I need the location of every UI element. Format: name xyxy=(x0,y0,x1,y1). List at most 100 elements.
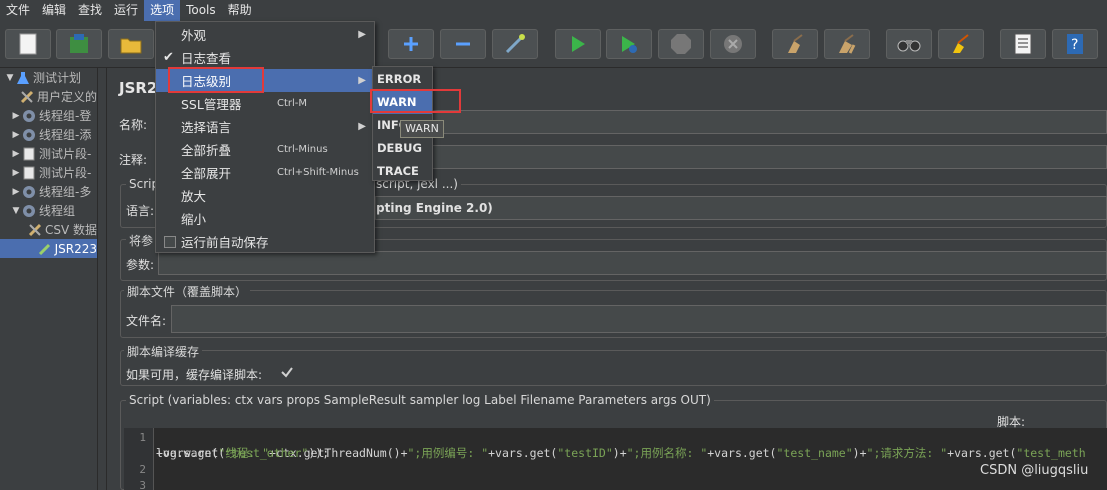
new-button[interactable] xyxy=(5,29,51,59)
tree-toggle-icon[interactable]: ▶ xyxy=(10,168,22,178)
templates-icon xyxy=(70,34,88,53)
tree-toggle-icon[interactable]: ▼ xyxy=(4,73,16,83)
tree-item[interactable]: ▶ 测试片段- xyxy=(0,144,97,163)
clear-all-button[interactable] xyxy=(824,29,870,59)
gear-icon xyxy=(22,204,36,218)
help-button[interactable]: ? xyxy=(1052,29,1098,59)
tree-item[interactable]: ▼ 线程组 xyxy=(0,201,97,220)
options-menu-item[interactable]: 缩小 xyxy=(156,207,374,230)
tools-icon xyxy=(28,223,42,237)
shutdown-icon xyxy=(724,35,742,53)
tree-toggle-icon[interactable]: ▶ xyxy=(10,149,22,159)
log-level-trace[interactable]: TRACE xyxy=(373,160,432,183)
menu-search[interactable]: 查找 xyxy=(72,0,108,21)
tree-item-label: 测试片段- xyxy=(39,147,92,161)
name-label: 名称: xyxy=(119,118,148,132)
filename-input[interactable] xyxy=(171,305,1107,333)
tree-item[interactable]: ▶ 线程组-多 xyxy=(0,182,97,201)
comment-label: 注释: xyxy=(119,153,148,167)
menu-item-shortcut: Ctrl-M xyxy=(277,98,308,109)
tree-toggle-icon[interactable]: ▼ xyxy=(10,206,22,216)
script-section-title: Script (variables: ctx vars props Sample… xyxy=(126,393,714,407)
tree-item[interactable]: ▼ 测试计划 xyxy=(0,68,97,87)
options-menu-item[interactable]: 放大 xyxy=(156,184,374,207)
annotation-box-log-level xyxy=(168,67,264,93)
options-menu-item[interactable]: 外观 ▶ xyxy=(156,23,374,46)
tree-item[interactable]: JSR223 xyxy=(0,239,97,258)
line-number: 2 xyxy=(139,463,146,476)
menu-options[interactable]: 选项 xyxy=(144,0,181,21)
menu-tools[interactable]: Tools xyxy=(180,0,222,21)
options-menu-item[interactable]: 选择语言 ▶ xyxy=(156,115,374,138)
doc-icon xyxy=(22,147,36,161)
start-button[interactable] xyxy=(555,29,601,59)
tree-item-label: 线程组-登 xyxy=(39,109,92,123)
menu-item-label: 缩小 xyxy=(181,212,207,227)
minus-icon xyxy=(456,42,470,46)
comment-input[interactable] xyxy=(375,145,1107,169)
reset-search-button[interactable] xyxy=(938,29,984,59)
start-no-pause-button[interactable] xyxy=(606,29,652,59)
log-level-error[interactable]: ERROR xyxy=(373,68,432,91)
annotation-box-warn xyxy=(370,89,461,113)
options-menu-item[interactable]: 全部展开 Ctrl+Shift-Minus xyxy=(156,161,374,184)
stop-button[interactable] xyxy=(658,29,704,59)
plus-icon xyxy=(404,37,418,51)
tree-item[interactable]: ▶ 线程组-登 xyxy=(0,106,97,125)
function-helper-button[interactable] xyxy=(1000,29,1046,59)
templates-button[interactable] xyxy=(56,29,102,59)
cache-checkbox[interactable] xyxy=(280,365,294,379)
submenu-arrow-icon: ▶ xyxy=(358,75,366,86)
broom-icon xyxy=(788,34,803,53)
options-menu-item[interactable]: 运行前自动保存 xyxy=(156,230,374,253)
language-value: pting Engine 2.0) xyxy=(376,201,493,215)
shutdown-button[interactable] xyxy=(710,29,756,59)
params-input[interactable] xyxy=(158,251,1107,275)
svg-text:?: ? xyxy=(1071,37,1078,53)
warn-tooltip: WARN xyxy=(400,120,444,138)
help-icon: ? xyxy=(1067,34,1083,54)
expand-button[interactable] xyxy=(388,29,434,59)
code-line-1-wrap: +vars.get("test_other")); xyxy=(156,446,330,460)
tools-icon xyxy=(20,90,34,104)
collapse-button[interactable] xyxy=(440,29,486,59)
doc-icon xyxy=(22,166,36,180)
submenu-arrow-icon: ▶ xyxy=(358,29,366,40)
cache-group xyxy=(120,350,1107,386)
search-button[interactable] xyxy=(886,29,932,59)
menu-run[interactable]: 运行 xyxy=(108,0,144,21)
menu-item-label: 全部展开 xyxy=(181,166,232,181)
menu-edit[interactable]: 编辑 xyxy=(36,0,72,21)
gear-icon xyxy=(22,128,36,142)
toggle-button[interactable] xyxy=(492,29,538,59)
tree-item[interactable]: ▶ 线程组-添 xyxy=(0,125,97,144)
tree-toggle-icon[interactable]: ▶ xyxy=(10,111,22,121)
tree-item[interactable]: CSV 数据 xyxy=(0,220,97,239)
options-menu-item[interactable]: SSL管理器 Ctrl-M xyxy=(156,92,374,115)
menu-help[interactable]: 帮助 xyxy=(222,0,258,21)
options-menu-item[interactable]: ✔ 日志查看 xyxy=(156,46,374,69)
menu-item-label: 放大 xyxy=(181,189,207,204)
clear-button[interactable] xyxy=(772,29,818,59)
menu-item-label: 全部折叠 xyxy=(181,143,232,158)
watermark: CSDN @liugqsliu xyxy=(980,463,1089,478)
name-input[interactable] xyxy=(375,110,1107,134)
splitter[interactable] xyxy=(97,68,107,490)
options-menu-item[interactable]: 全部折叠 Ctrl-Minus xyxy=(156,138,374,161)
log-level-debug[interactable]: DEBUG xyxy=(373,137,432,160)
tree-toggle-icon[interactable]: ▶ xyxy=(10,187,22,197)
broom-all-icon xyxy=(839,34,856,54)
submenu-arrow-icon: ▶ xyxy=(358,121,366,132)
open-button[interactable] xyxy=(108,29,154,59)
check-icon: ✔ xyxy=(163,50,174,65)
menu-item-label: 日志查看 xyxy=(181,51,232,66)
language-label: 语言: xyxy=(126,204,155,218)
tree-toggle-icon[interactable]: ▶ xyxy=(10,130,22,140)
tree-item-label: 线程组 xyxy=(39,204,76,218)
menu-file[interactable]: 文件 xyxy=(0,0,36,21)
checkmark-icon xyxy=(281,367,293,378)
broom-yellow-icon xyxy=(953,34,969,53)
tree-item-label: 测试片段- xyxy=(39,166,92,180)
tree-item[interactable]: ▶ 测试片段- xyxy=(0,163,97,182)
tree-item[interactable]: 用户定义的 xyxy=(0,87,97,106)
